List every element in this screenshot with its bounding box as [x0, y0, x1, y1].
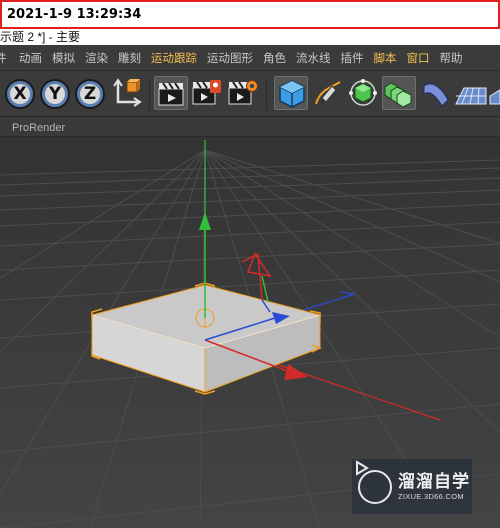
floor-grid-icon	[455, 87, 487, 105]
menu-item-pipeline[interactable]: 流水线	[291, 50, 336, 66]
deformer-button[interactable]	[418, 76, 452, 110]
timestamp-bar: 2021-1-9 13:29:34	[0, 0, 500, 29]
x-axis-lock-button[interactable]: X	[5, 79, 35, 109]
subdivision-cube-icon	[349, 79, 377, 106]
menu-item-motion-tracking[interactable]: 运动跟踪	[146, 50, 202, 66]
window-title: 示题 2 *] - 主要	[0, 29, 500, 45]
z-axis-label: Z	[83, 84, 97, 104]
clapboard-gear-icon	[228, 80, 258, 105]
cube-object-button[interactable]	[274, 76, 308, 110]
menu-bar: 件 动画 模拟 渲染 雕刻 运动跟踪 运动图形 角色 流水线 插件 脚本 窗口 …	[0, 45, 500, 71]
menu-item-character[interactable]: 角色	[258, 50, 291, 66]
menu-item-script[interactable]: 脚本	[369, 50, 402, 66]
x-arrow-handle[interactable]	[284, 364, 308, 380]
menu-item-help[interactable]: 帮助	[435, 50, 468, 66]
bend-deformer-icon	[423, 83, 449, 107]
menu-item-window[interactable]: 窗口	[402, 50, 435, 66]
z-axis-lock-button[interactable]: Z	[75, 79, 105, 109]
menu-item-simulate[interactable]: 模拟	[47, 50, 80, 66]
sky-icon	[489, 89, 500, 105]
clapboard-play-icon	[192, 80, 221, 105]
watermark-url: ZIXUE.3D66.COM	[398, 491, 464, 501]
render-view-button[interactable]	[154, 76, 188, 110]
menu-item-render[interactable]: 渲染	[80, 50, 113, 66]
watermark: 溜溜自学 ZIXUE.3D66.COM	[352, 459, 472, 514]
timestamp-text: 2021-1-9 13:29:34	[7, 7, 142, 22]
menu-item-file[interactable]: 件	[0, 50, 12, 66]
y-axis-lock-button[interactable]: Y	[40, 79, 70, 109]
coordinate-system-button[interactable]	[110, 76, 144, 110]
prorender-menu[interactable]: ProRender	[12, 122, 65, 134]
clapboard-icon	[158, 82, 184, 106]
viewport-header: ProRender	[0, 117, 500, 137]
cube-icon	[279, 80, 305, 108]
generator-button[interactable]	[346, 76, 380, 110]
y-arrow-handle[interactable]	[199, 212, 211, 230]
3d-viewport[interactable]: 溜溜自学 ZIXUE.3D66.COM	[0, 137, 500, 528]
main-toolbar: X Y Z	[0, 71, 500, 117]
menu-item-mograph[interactable]: 运动图形	[202, 50, 258, 66]
pen-spline-button[interactable]	[310, 76, 344, 110]
render-settings-button[interactable]	[226, 76, 260, 110]
x-axis-label: X	[13, 84, 27, 104]
menu-item-animation[interactable]: 动画	[14, 50, 47, 66]
array-object-button[interactable]	[382, 76, 416, 110]
y-axis-label: Y	[48, 84, 62, 104]
menu-item-sculpt[interactable]: 雕刻	[113, 50, 146, 66]
environment-button[interactable]	[488, 76, 500, 110]
world-axis-icon	[113, 78, 142, 107]
menu-item-plugins[interactable]: 插件	[336, 50, 369, 66]
play-logo-icon	[356, 460, 392, 504]
pen-icon	[315, 81, 341, 105]
floor-object-button[interactable]	[454, 76, 488, 110]
render-to-picture-viewer-button[interactable]	[190, 76, 224, 110]
array-cubes-icon	[384, 82, 412, 108]
watermark-name: 溜溜自学	[398, 471, 470, 491]
